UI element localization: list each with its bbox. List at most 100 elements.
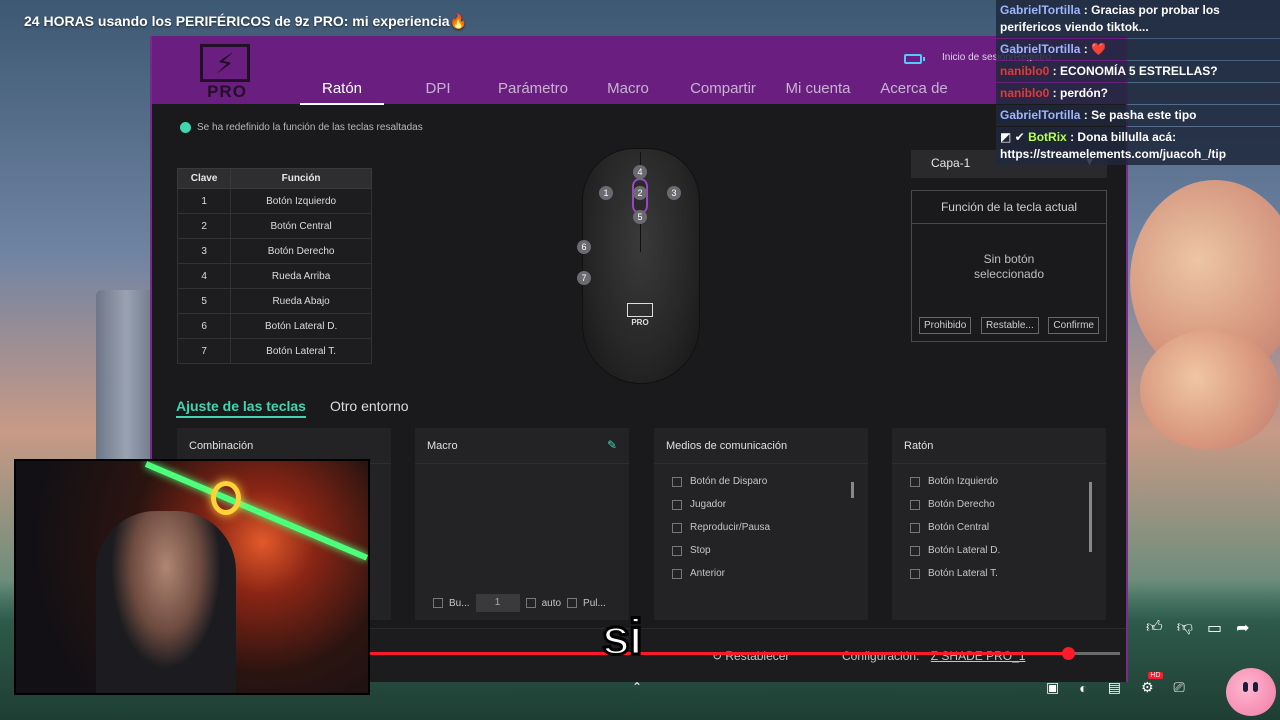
stream-chat: GabrielTortilla : Gracias por probar los… — [996, 0, 1280, 166]
cloud — [1140, 330, 1280, 450]
key-cell: 7 — [176, 338, 232, 364]
list-item[interactable]: Botón Derecho — [892, 493, 1106, 516]
chevron-up-icon[interactable]: ⌃ — [632, 680, 642, 694]
tab-acerca-de[interactable]: Acerca de — [872, 76, 956, 105]
chat-user: BotRix — [1028, 130, 1067, 144]
video-progress-fill — [370, 652, 1068, 655]
tab-macro[interactable]: Macro — [574, 76, 682, 105]
streamer — [96, 511, 236, 693]
chat-user: naniblo0 — [1000, 64, 1050, 78]
settings-subtabs: Ajuste de las teclas Otro entorno — [176, 398, 409, 418]
tab-mi-cuenta[interactable]: Mi cuenta — [764, 76, 872, 105]
table-row[interactable]: 5 Rueda Abajo — [176, 288, 372, 314]
mouse-button-7[interactable]: 7 — [577, 271, 591, 285]
checkbox[interactable] — [672, 499, 682, 510]
function-cell: Botón Derecho — [230, 238, 372, 264]
checkbox[interactable] — [910, 545, 920, 556]
table-row[interactable]: 2 Botón Central — [176, 213, 372, 239]
checkbox[interactable] — [910, 476, 920, 487]
checkbox[interactable] — [910, 522, 920, 533]
tab-parametro[interactable]: Parámetro — [492, 76, 574, 105]
panel-title: Ratón — [892, 428, 1106, 464]
mouse-diagram: 1 2 3 4 5 6 7 PRO — [577, 148, 700, 384]
chat-message: GabrielTortilla : ❤️ — [996, 39, 1280, 60]
function-cell: Botón Izquierdo — [230, 188, 372, 214]
loop-checkbox[interactable] — [433, 598, 443, 608]
checkbox[interactable] — [910, 499, 920, 510]
option-label: Stop — [690, 545, 711, 556]
checkbox[interactable] — [672, 568, 682, 579]
mouse-button-6[interactable]: 6 — [577, 240, 591, 254]
disable-button[interactable]: Prohibido — [919, 317, 972, 334]
option-label: Jugador — [690, 499, 727, 510]
chat-text: perdón? — [1060, 86, 1109, 100]
player-controls: ▣ ◐ ▤ ⚙ ⎚ — [1046, 672, 1185, 696]
like-icon[interactable]: 👍︎ — [1146, 618, 1163, 638]
subtab-other-settings[interactable]: Otro entorno — [330, 398, 409, 418]
table-row[interactable]: 4 Rueda Arriba — [176, 263, 372, 289]
option-label: Anterior — [690, 568, 726, 579]
scrollbar[interactable] — [851, 482, 854, 498]
chat-user: GabrielTortilla — [1000, 42, 1081, 56]
edit-pencil-icon[interactable]: ✎ — [607, 438, 617, 452]
channel-avatar[interactable] — [1226, 668, 1276, 716]
confirm-button[interactable]: Confirme — [1048, 317, 1099, 334]
checkbox[interactable] — [672, 545, 682, 556]
function-panel-buttons: Prohibido Restable... Confirme — [919, 317, 1099, 334]
chat-message: GabrielTortilla : Se pasha este tipo — [996, 105, 1280, 126]
table-row[interactable]: 7 Botón Lateral T. — [176, 338, 372, 364]
cast-icon[interactable]: ⎚ — [1174, 679, 1185, 696]
checkbox[interactable] — [672, 522, 682, 533]
list-item[interactable]: Jugador — [654, 493, 868, 516]
webcam-overlay — [14, 459, 370, 695]
reset-key-button[interactable]: Restable... — [980, 317, 1039, 334]
dislike-icon[interactable]: 👎︎ — [1177, 618, 1193, 638]
mouse-button-2[interactable]: 2 — [633, 186, 647, 200]
subtab-key-settings[interactable]: Ajuste de las teclas — [176, 398, 306, 418]
list-item[interactable]: Botón Izquierdo — [892, 470, 1106, 493]
auto-checkbox[interactable] — [525, 598, 536, 608]
table-row[interactable]: 3 Botón Derecho — [176, 238, 372, 264]
video-scrubber-handle[interactable] — [1062, 647, 1075, 660]
current-key-function-panel: Función de la tecla actual Sin botón sel… — [911, 190, 1107, 342]
checkbox[interactable] — [672, 476, 682, 487]
list-item[interactable]: Botón Central — [892, 516, 1106, 539]
option-label: Botón Central — [928, 522, 990, 533]
video-title[interactable]: 24 HORAS usando los PERIFÉRICOS de 9z PR… — [24, 13, 467, 30]
auto-label: auto — [541, 597, 562, 609]
share-icon[interactable]: ➦ — [1236, 618, 1249, 638]
list-item[interactable]: Botón Lateral T. — [892, 562, 1106, 585]
list-item[interactable]: Botón de Disparo — [654, 470, 868, 493]
app-header: ⚡ PRO Inicio de sesión/Registro Ratón DP… — [152, 36, 1126, 105]
mouse-button-3[interactable]: 3 — [667, 186, 681, 200]
tab-dpi[interactable]: DPI — [384, 76, 492, 105]
macro-controls: Bu... 1 auto Pul... — [433, 594, 606, 612]
scrollbar[interactable] — [1089, 482, 1092, 552]
macro-panel: Macro ✎ Bu... 1 auto Pul... — [415, 428, 629, 620]
mouse-button-5[interactable]: 5 — [633, 210, 647, 224]
list-item[interactable]: Stop — [654, 539, 868, 562]
autoplay-toggle-icon[interactable]: ◐ — [1079, 680, 1087, 696]
table-row[interactable]: 6 Botón Lateral D. — [176, 313, 372, 339]
chat-message: naniblo0 : ECONOMÍA 5 ESTRELLAS? — [996, 61, 1280, 82]
table-row[interactable]: 1 Botón Izquierdo — [176, 188, 372, 214]
miniplayer-icon[interactable]: ▣ — [1046, 679, 1059, 696]
press-checkbox[interactable] — [567, 598, 578, 608]
layer-select-value: Capa-1 — [931, 156, 971, 170]
subtitles-icon[interactable]: ▤ — [1108, 679, 1121, 696]
mouse-button-4[interactable]: 4 — [633, 165, 647, 179]
chat-text: ECONOMÍA 5 ESTRELLAS? — [1060, 64, 1218, 78]
list-item[interactable]: Botón Lateral D. — [892, 539, 1106, 562]
checkbox[interactable] — [910, 568, 920, 579]
option-label: Botón de Disparo — [690, 476, 768, 487]
tab-compartir[interactable]: Compartir — [682, 76, 764, 105]
list-item[interactable]: Reproducir/Pausa — [654, 516, 868, 539]
chat-user: GabrielTortilla — [1000, 3, 1081, 17]
list-item[interactable]: Anterior — [654, 562, 868, 585]
tab-raton[interactable]: Ratón — [300, 76, 384, 105]
empty-line: seleccionado — [973, 267, 1045, 281]
mouse-button-1[interactable]: 1 — [599, 186, 613, 200]
repeat-count-stepper[interactable]: 1 — [475, 594, 520, 612]
settings-gear-icon[interactable]: ⚙ — [1141, 672, 1162, 696]
comments-icon[interactable]: ▭ — [1207, 618, 1222, 638]
